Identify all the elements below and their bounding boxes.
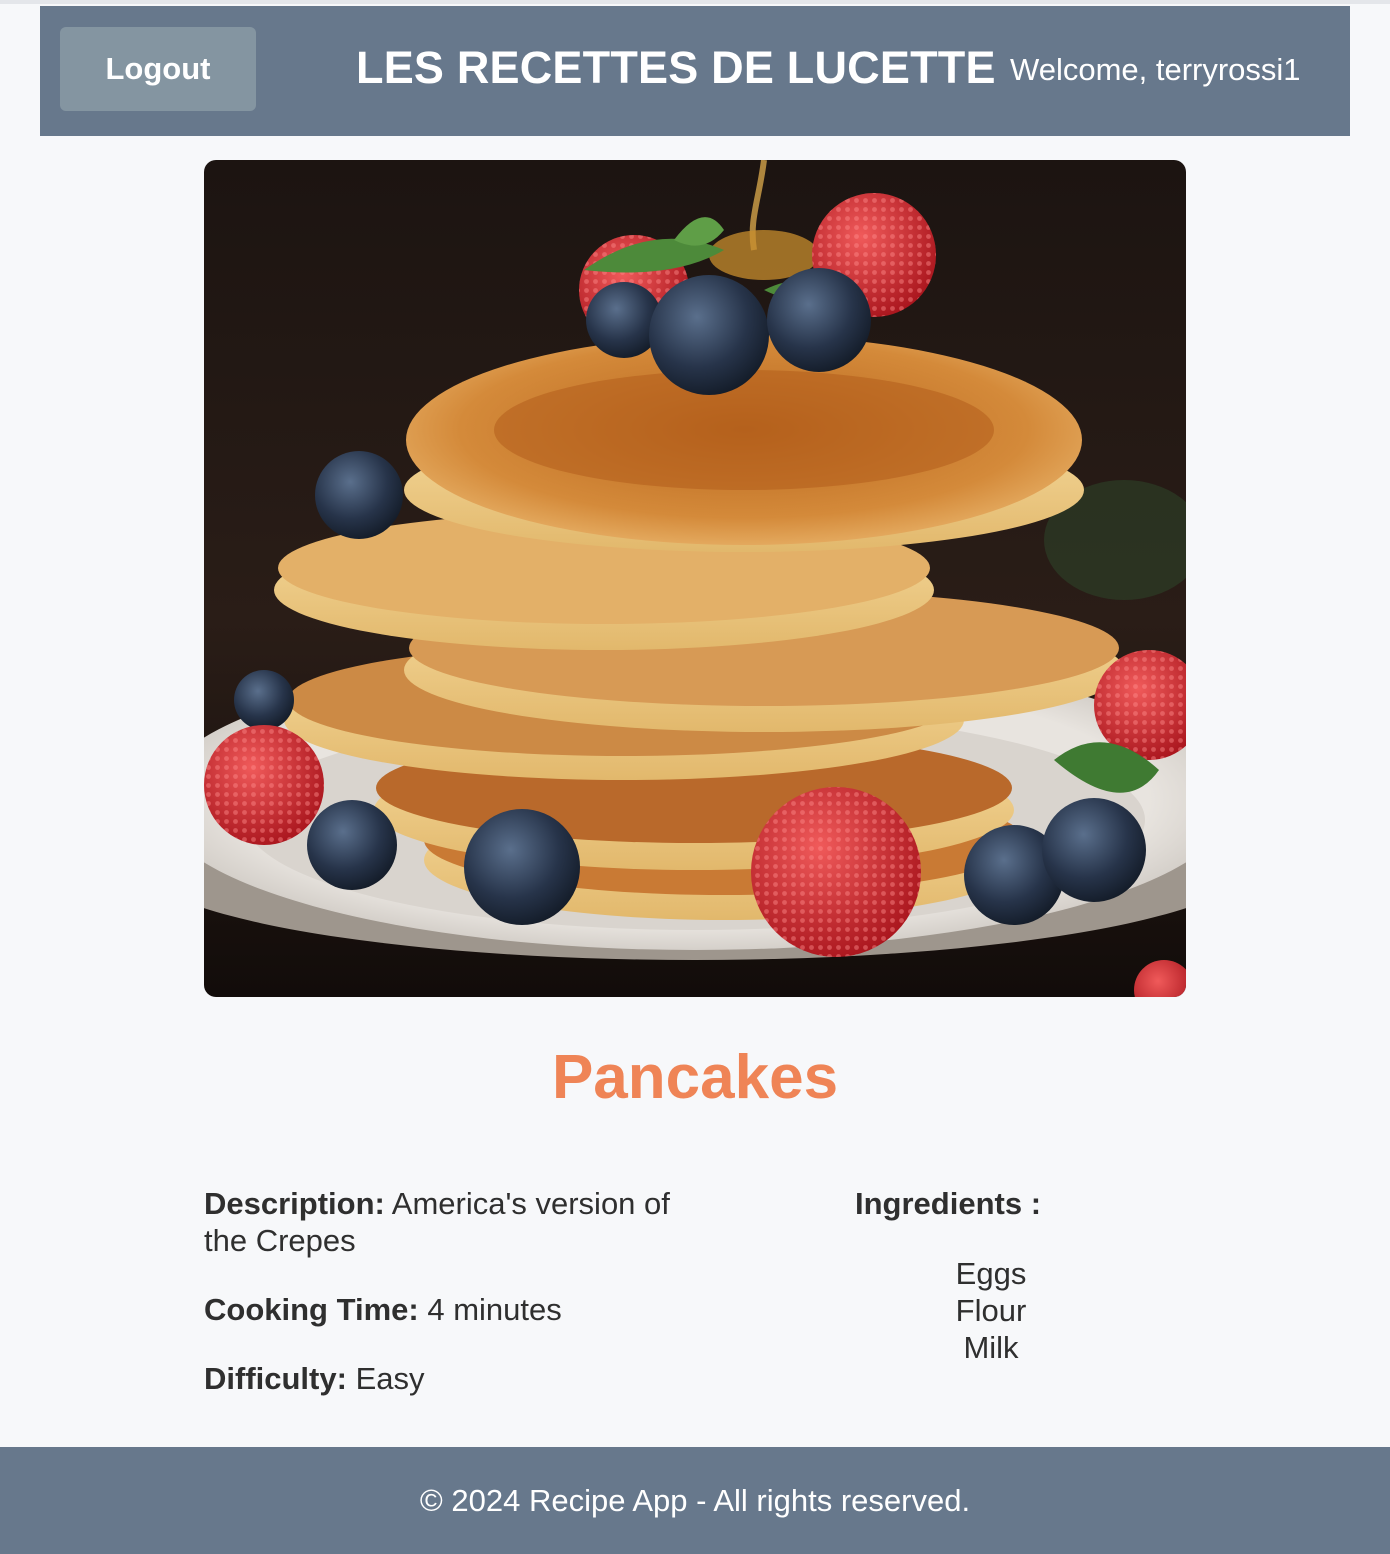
description-row: Description: America's version of the Cr… [204, 1185, 674, 1259]
site-header: Logout LES RECETTES DE LUCETTE Welcome, … [40, 6, 1350, 136]
difficulty-row: Difficulty: Easy [204, 1360, 674, 1397]
difficulty-label: Difficulty: [204, 1361, 347, 1396]
ingredient-list: Eggs Flour Milk [855, 1255, 1127, 1366]
ingredients-section: Ingredients : Eggs Flour Milk [855, 1185, 1135, 1366]
recipe-image [204, 160, 1186, 997]
welcome-message: Welcome, terryrossi1 [1010, 52, 1301, 87]
ingredient-item: Milk [963, 1330, 1019, 1365]
cooking-time-value: 4 minutes [427, 1292, 562, 1327]
footer-copyright: © 2024 Recipe App - All rights reserved. [419, 1482, 971, 1518]
ingredient-item: Flour [955, 1293, 1027, 1328]
description-label: Description: [204, 1186, 385, 1221]
cooking-time-label: Cooking Time: [204, 1292, 419, 1327]
ingredient-item: Eggs [955, 1256, 1027, 1291]
recipe-title: Pancakes [551, 1043, 839, 1112]
logout-button[interactable]: Logout [60, 27, 256, 111]
top-border [0, 0, 1390, 4]
pancake-photo [204, 160, 1186, 997]
cooking-time-row: Cooking Time: 4 minutes [204, 1291, 674, 1328]
recipe-details: Description: America's version of the Cr… [204, 1185, 674, 1429]
difficulty-value: Easy [355, 1361, 425, 1396]
site-title: LES RECETTES DE LUCETTE [356, 42, 996, 93]
site-footer: © 2024 Recipe App - All rights reserved. [0, 1447, 1390, 1554]
ingredients-heading: Ingredients : [855, 1186, 1042, 1221]
